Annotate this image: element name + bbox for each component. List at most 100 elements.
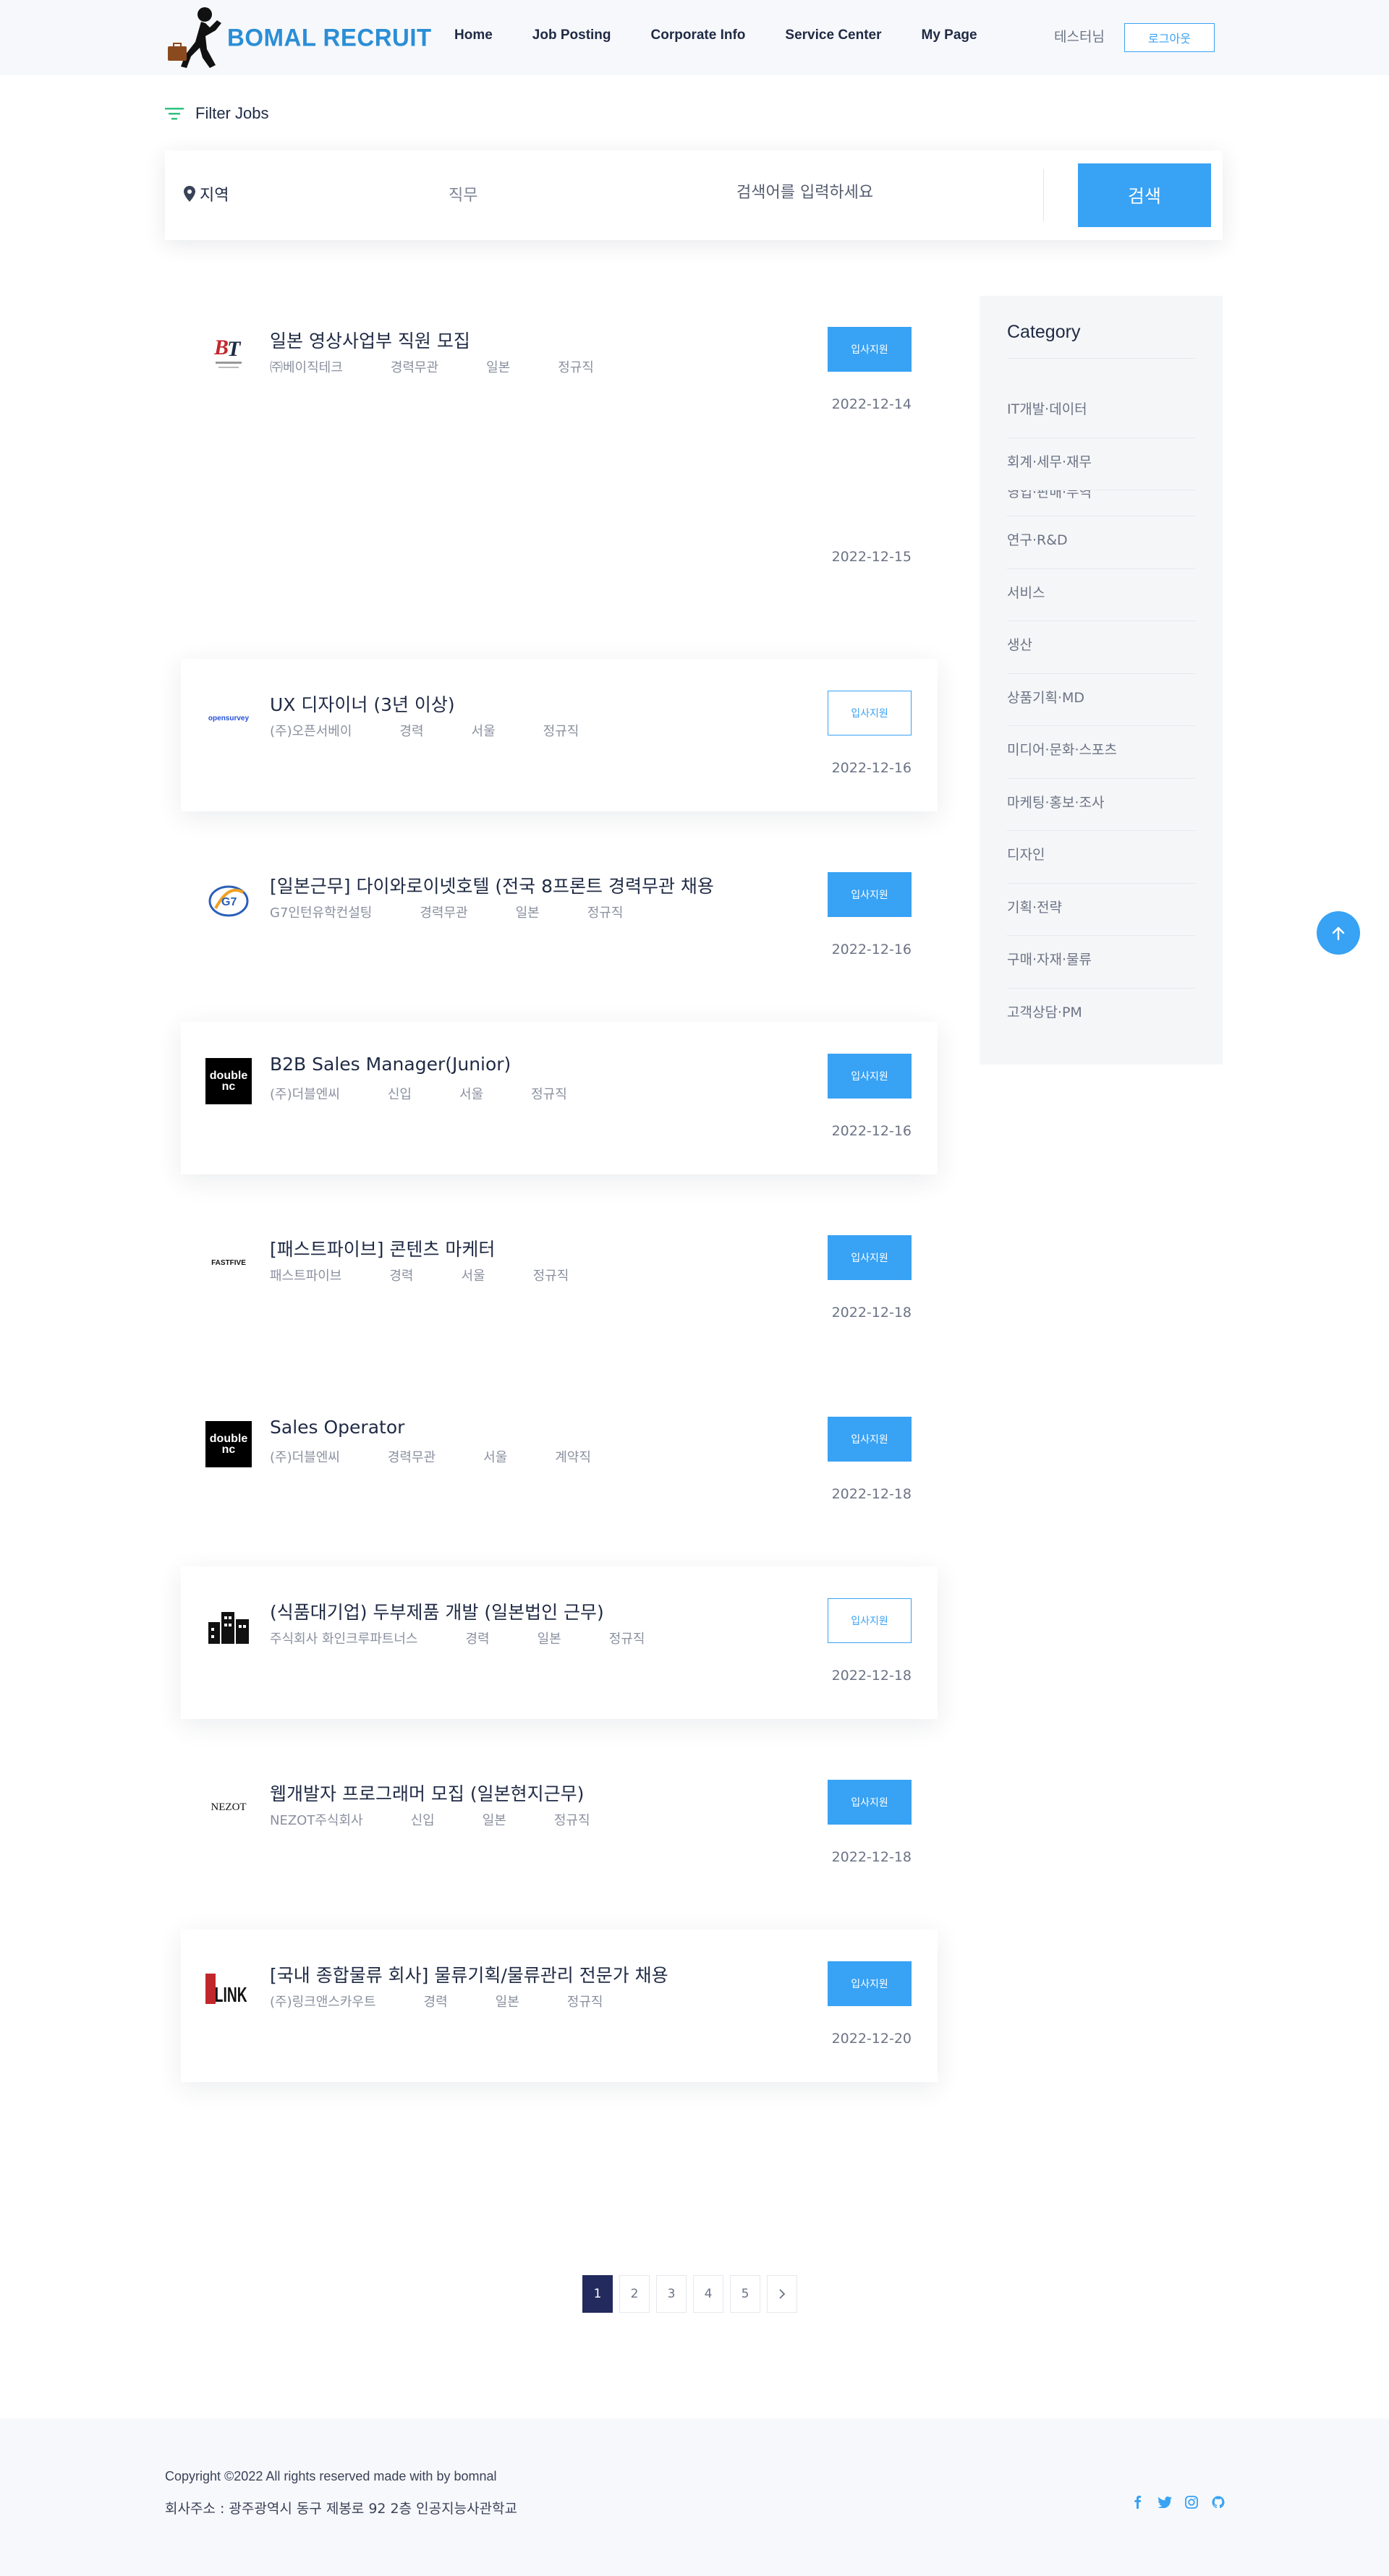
page-1[interactable]: 1: [582, 2275, 613, 2313]
apply-button[interactable]: 입사지원: [828, 1780, 912, 1825]
search-input[interactable]: [736, 175, 1026, 210]
job-location: 일본: [486, 360, 511, 375]
job-title[interactable]: (식품대기업) 두부제품 개발 (일본법인 근무): [270, 1598, 604, 1624]
brand-logo[interactable]: BOMAL RECRUIT: [165, 4, 432, 71]
apply-button[interactable]: 입사지원: [828, 691, 912, 735]
svg-text:LINK: LINK: [215, 1984, 247, 2007]
career-level: 경력: [465, 1632, 490, 1647]
category-item[interactable]: 상품기획·MD: [1007, 674, 1195, 726]
category-item[interactable]: 서비스: [1007, 569, 1195, 621]
job-card: 2022-12-15: [181, 477, 938, 600]
posting-date: 2022-12-16: [831, 942, 912, 958]
job-title[interactable]: 일본 영상사업부 직원 모집: [270, 327, 470, 353]
category-item[interactable]: 생산: [1007, 621, 1195, 674]
apply-button[interactable]: 입사지원: [828, 1598, 912, 1643]
job-card[interactable]: opensurvey UX 디자이너 (3년 이상) (주)오픈서베이 경력 서…: [181, 659, 938, 811]
search-button[interactable]: 검색: [1078, 163, 1211, 227]
job-meta: G7인턴유학컨설팅 경력무관 일본 정규직: [270, 903, 671, 921]
career-level: 경력: [389, 1268, 414, 1284]
filter-icon: [165, 108, 184, 120]
apply-button[interactable]: 입사지원: [828, 1235, 912, 1280]
social-links: [1131, 2495, 1238, 2509]
instagram-icon[interactable]: [1184, 2495, 1199, 2509]
facebook-icon[interactable]: [1131, 2495, 1145, 2509]
apply-button[interactable]: 입사지원: [828, 1054, 912, 1099]
career-level: 경력: [399, 724, 424, 739]
github-icon[interactable]: [1211, 2495, 1226, 2509]
job-card[interactable]: G7 [일본근무] 다이와로이넷호텔 (전국 8프론트 경력무관 채용 G7인턴…: [181, 840, 938, 993]
category-item[interactable]: 디자인: [1007, 831, 1195, 884]
nav-home[interactable]: Home: [454, 27, 493, 43]
category-item[interactable]: 회계·세무·재무: [1007, 438, 1195, 490]
posting-date: 2022-12-16: [831, 1123, 912, 1139]
job-card[interactable]: double nc Sales Operator (주)더블엔씨 경력무관 서울…: [181, 1385, 938, 1538]
copyright-text: Copyright ©2022 All rights reserved made…: [165, 2469, 497, 2483]
search-divider: [1043, 169, 1044, 221]
job-title[interactable]: [패스트파이브] 콘텐츠 마케터: [270, 1235, 495, 1261]
category-item[interactable]: 미디어·문화·스포츠: [1007, 726, 1195, 779]
category-item[interactable]: 구매·자재·물류: [1007, 936, 1195, 989]
company-name: (주)오픈서베이: [270, 724, 352, 739]
apply-button[interactable]: 입사지원: [828, 327, 912, 372]
twitter-icon[interactable]: [1158, 2495, 1172, 2509]
category-item[interactable]: 기획·전략: [1007, 884, 1195, 936]
job-card[interactable]: (식품대기업) 두부제품 개발 (일본법인 근무) 주식회사 화인크루파트너스 …: [181, 1566, 938, 1719]
next-page-button[interactable]: [767, 2275, 797, 2313]
apply-button[interactable]: 입사지원: [828, 1961, 912, 2006]
job-location: 일본: [482, 1813, 506, 1828]
page-5[interactable]: 5: [730, 2275, 760, 2313]
company-name: (주)링크앤스카우트: [270, 1995, 376, 2010]
job-card[interactable]: double nc B2B Sales Manager(Junior) (주)더…: [181, 1022, 938, 1174]
company-logo: FASTFIVE: [211, 1258, 246, 1267]
employment-type: 정규직: [543, 724, 579, 739]
job-meta: (주)오픈서베이 경력 서울 정규직: [270, 721, 626, 740]
scroll-top-button[interactable]: [1317, 911, 1360, 955]
category-item[interactable]: 영업·판매·무역: [1007, 490, 1195, 516]
job-location: 서울: [483, 1450, 508, 1465]
job-card[interactable]: LINK [국내 종합물류 회사] 물류기획/물류관리 전문가 채용 (주)링크…: [181, 1929, 938, 2082]
job-category-select[interactable]: 직무: [449, 182, 477, 205]
company-logo: [205, 1603, 252, 1649]
category-item[interactable]: 연구·R&D: [1007, 516, 1195, 569]
region-select[interactable]: 지역: [184, 182, 229, 205]
job-title[interactable]: [일본근무] 다이와로이넷호텔 (전국 8프론트 경력무관 채용: [270, 872, 714, 898]
logout-button[interactable]: 로그아웃: [1124, 23, 1215, 52]
company-name: (주)더블엔씨: [270, 1087, 340, 1102]
job-card[interactable]: B T 일본 영상사업부 직원 모집 ㈜베이직테크 경력무관 일본 정규직 입사…: [181, 295, 938, 448]
category-divider: [1007, 358, 1195, 359]
main-nav: Home Job Posting Corporate Info Service …: [454, 27, 1017, 43]
career-level: 경력: [423, 1995, 448, 2010]
nav-job-posting[interactable]: Job Posting: [532, 27, 611, 43]
career-level: 신입: [387, 1087, 412, 1102]
category-item[interactable]: 고객상담·PM: [1007, 989, 1195, 1041]
apply-button[interactable]: 입사지원: [828, 1417, 912, 1462]
job-card[interactable]: FASTFIVE [패스트파이브] 콘텐츠 마케터 패스트파이브 경력 서울 정…: [181, 1203, 938, 1356]
job-meta: NEZOT주식회사 신입 일본 정규직: [270, 1810, 638, 1829]
brand-name: BOMAL RECRUIT: [227, 23, 432, 51]
category-list: IT개발·데이터 회계·세무·재무 영업·판매·무역 연구·R&D 서비스 생산…: [1007, 385, 1195, 1041]
job-location: 일본: [495, 1995, 519, 2010]
nav-corporate-info[interactable]: Corporate Info: [651, 27, 746, 43]
apply-button[interactable]: 입사지원: [828, 872, 912, 917]
nav-my-page[interactable]: My Page: [922, 27, 977, 43]
career-level: 신입: [410, 1813, 435, 1828]
job-title[interactable]: B2B Sales Manager(Junior): [270, 1054, 511, 1075]
region-label: 지역: [200, 187, 229, 205]
posting-date: 2022-12-20: [831, 2031, 912, 2047]
job-location: 일본: [515, 905, 540, 921]
page-2[interactable]: 2: [619, 2275, 650, 2313]
page-4[interactable]: 4: [693, 2275, 723, 2313]
job-title[interactable]: 웹개발자 프로그래머 모집 (일본현지근무): [270, 1780, 584, 1806]
company-name: ㈜베이직테크: [270, 360, 343, 375]
category-item[interactable]: IT개발·데이터: [1007, 385, 1195, 438]
job-title[interactable]: Sales Operator: [270, 1417, 404, 1438]
job-title[interactable]: UX 디자이너 (3년 이상): [270, 691, 455, 717]
page-3[interactable]: 3: [656, 2275, 687, 2313]
buildings-icon: [208, 1612, 249, 1644]
company-logo: NEZOT: [211, 1801, 247, 1813]
employment-type: 정규직: [587, 905, 624, 921]
category-item[interactable]: 마케팅·홍보·조사: [1007, 779, 1195, 831]
nav-service-center[interactable]: Service Center: [785, 27, 881, 43]
job-card[interactable]: NEZOT 웹개발자 프로그래머 모집 (일본현지근무) NEZOT주식회사 신…: [181, 1748, 938, 1901]
job-title[interactable]: [국내 종합물류 회사] 물류기획/물류관리 전문가 채용: [270, 1961, 668, 1987]
